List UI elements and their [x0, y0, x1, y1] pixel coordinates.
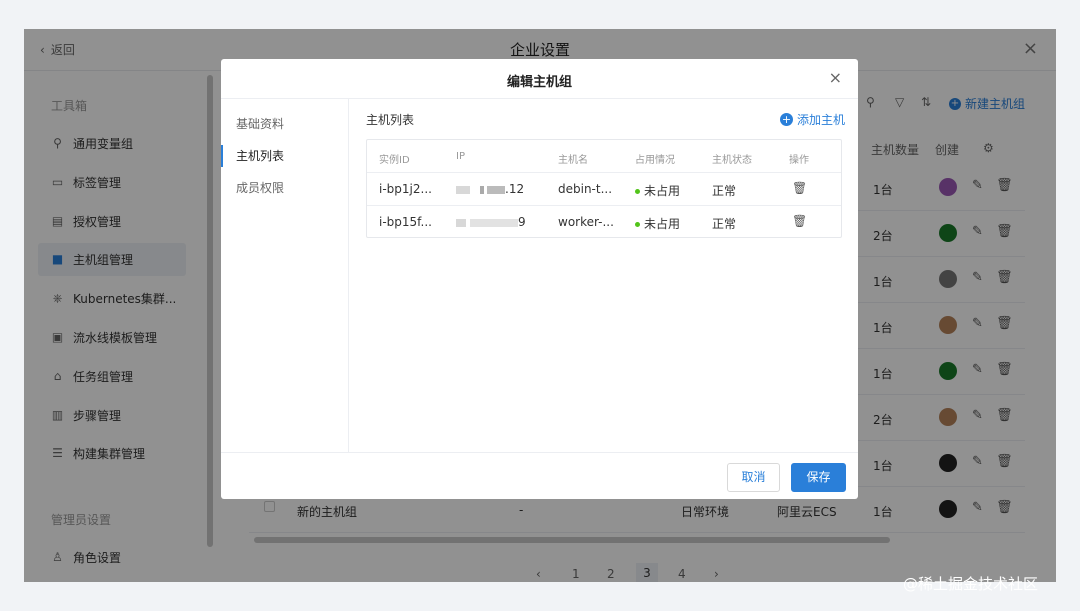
- ip-redaction: [456, 185, 470, 194]
- table-row: i-bp1j2... .12 debin-t... 未占用 正常 🗑: [367, 172, 841, 205]
- status-dot: [635, 189, 640, 194]
- ip-suffix: 9: [518, 215, 526, 229]
- close-icon[interactable]: ×: [829, 68, 842, 87]
- usage-label: 未占用: [644, 217, 681, 231]
- instance-id: i-bp15f...: [379, 215, 432, 229]
- ip-redaction: [487, 185, 505, 194]
- trash-icon[interactable]: 🗑: [792, 181, 807, 195]
- status-dot: [635, 222, 640, 227]
- ip-address: 9: [456, 215, 526, 229]
- modal-nav-basic-info[interactable]: 基础资料: [221, 113, 349, 135]
- trash-icon[interactable]: 🗑: [792, 214, 807, 228]
- save-button[interactable]: 保存: [791, 463, 846, 492]
- ip-redaction: [480, 185, 484, 194]
- modal-title: 编辑主机组: [506, 75, 572, 90]
- column-header-actions: 操作: [789, 155, 809, 166]
- modal-nav: 基础资料 主机列表 成员权限: [221, 99, 349, 452]
- column-header-instance-id: 实例ID: [379, 155, 410, 166]
- column-header-status: 主机状态: [712, 155, 752, 166]
- usage-label: 未占用: [644, 184, 681, 198]
- plus-icon: +: [780, 113, 793, 126]
- column-header-hostname: 主机名: [558, 155, 588, 166]
- add-host-label: 添加主机: [797, 113, 846, 127]
- watermark: @稀土掘金技术社区: [903, 575, 1039, 593]
- ip-suffix: .12: [505, 182, 525, 196]
- modal-nav-member-permissions[interactable]: 成员权限: [221, 177, 349, 199]
- usage-status: 未占用: [635, 182, 680, 199]
- host-status: 正常: [712, 217, 737, 231]
- ip-redaction: [456, 218, 466, 227]
- table-row: i-bp15f... 9 worker-... 未占用 正常 🗑: [367, 205, 841, 238]
- column-header-ip: IP: [456, 151, 465, 162]
- hostname: worker-...: [558, 215, 614, 229]
- cancel-button[interactable]: 取消: [727, 463, 780, 492]
- modal-nav-host-list[interactable]: 主机列表: [221, 145, 349, 167]
- edit-host-group-modal: 编辑主机组 × 基础资料 主机列表 成员权限 主机列表 + 添加主机 实例ID …: [221, 59, 858, 499]
- add-host-button[interactable]: + 添加主机: [780, 111, 845, 128]
- host-status: 正常: [712, 184, 737, 198]
- modal-footer: 取消 保存: [221, 452, 858, 499]
- ip-redaction: [470, 218, 518, 227]
- modal-header: 编辑主机组 ×: [221, 59, 858, 99]
- section-title: 主机列表: [366, 113, 415, 127]
- hostname: debin-t...: [558, 182, 613, 196]
- instance-id: i-bp1j2...: [379, 182, 432, 196]
- usage-status: 未占用: [635, 215, 680, 232]
- column-header-usage: 占用情况: [635, 155, 675, 166]
- host-table: 实例ID IP 主机名 占用情况 主机状态 操作 i-bp1j2... .12 …: [366, 139, 842, 238]
- ip-address: .12: [456, 182, 524, 196]
